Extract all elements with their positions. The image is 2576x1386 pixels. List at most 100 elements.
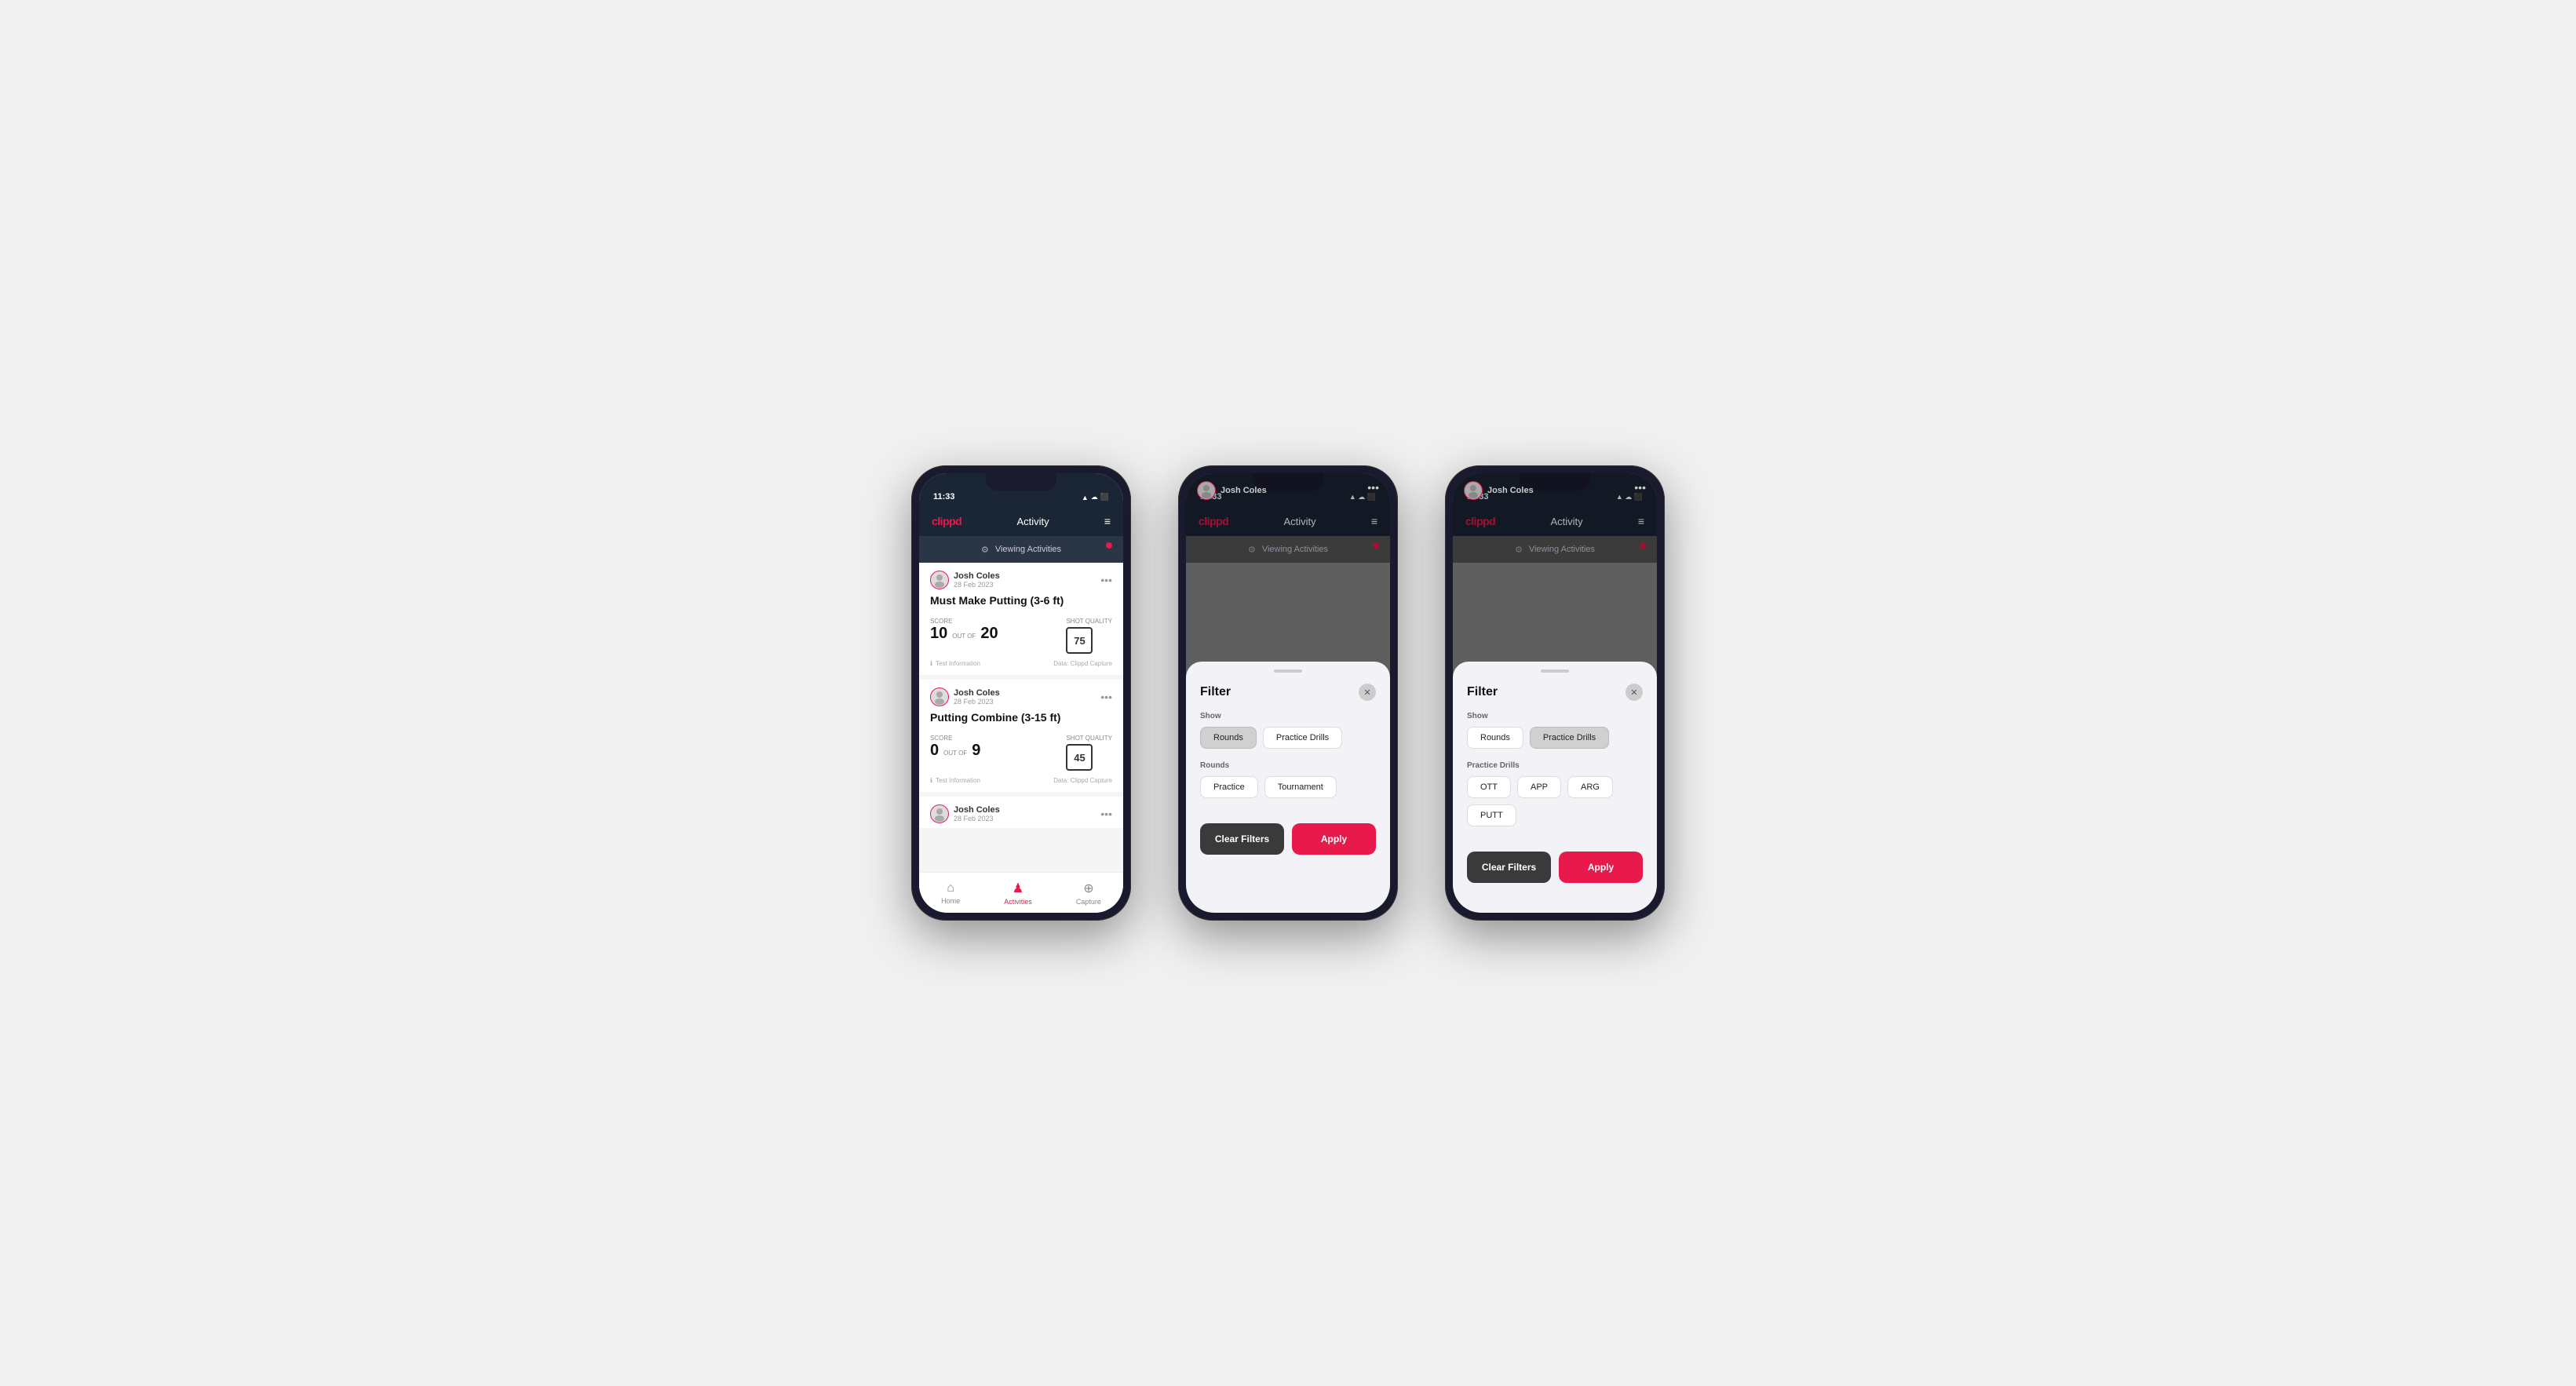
- filter-close-2[interactable]: ✕: [1359, 684, 1376, 701]
- filter-header-2: Filter ✕: [1186, 684, 1390, 712]
- card-footer-left-2: ℹ Test Information: [930, 777, 980, 784]
- avatar-bg-3: [1464, 481, 1483, 500]
- apply-btn-2[interactable]: Apply: [1292, 823, 1376, 855]
- filter-footer-2: Clear Filters Apply: [1186, 811, 1390, 855]
- filter-body-3: Show Rounds Practice Drills Practice Dri…: [1453, 712, 1657, 826]
- rounds-buttons-2: Practice Tournament: [1200, 776, 1376, 798]
- sheet-handle-3: [1541, 669, 1569, 673]
- activities-label: Activities: [1004, 898, 1032, 906]
- card-header-1: Josh Coles 28 Feb 2023 •••: [930, 571, 1112, 589]
- arg-btn-3[interactable]: ARG: [1567, 776, 1613, 798]
- practice-drills-btn-2[interactable]: Practice Drills: [1263, 727, 1342, 749]
- drills-label-3: Practice Drills: [1467, 761, 1643, 770]
- footer-data-1: Data: Clippd Capture: [1053, 660, 1112, 667]
- shots-value-1: 20: [980, 625, 998, 643]
- footer-data-2: Data: Clippd Capture: [1053, 777, 1112, 784]
- capture-label: Capture: [1076, 898, 1101, 906]
- rounds-btn-3[interactable]: Rounds: [1467, 727, 1523, 749]
- stats-row-2: Score 0 OUT OF 9 Shot Quality 45: [930, 730, 1112, 771]
- more-dots-1[interactable]: •••: [1100, 574, 1112, 586]
- practice-round-btn-2[interactable]: Practice: [1200, 776, 1258, 798]
- activity-card-2[interactable]: Josh Coles 28 Feb 2023 ••• Putting Combi…: [919, 680, 1123, 792]
- notification-dot-1: [1106, 542, 1112, 549]
- activity-list: Josh Coles 28 Feb 2023 ••• Must Make Put…: [919, 563, 1123, 872]
- nav-title-1: Activity: [1016, 516, 1049, 527]
- avatar-2: [930, 688, 949, 706]
- out-of-2: OUT OF: [943, 750, 967, 757]
- sq-label-2: Shot Quality: [1066, 735, 1112, 742]
- phone-3: 11:33 ▲ ☁ ⬛ clippd Activity ≡ ⚙ Viewing …: [1445, 465, 1665, 921]
- filter-title-2: Filter: [1200, 685, 1231, 699]
- user-name-3: Josh Coles: [954, 805, 1000, 815]
- score-value-2: 0: [930, 742, 939, 760]
- filter-footer-3: Clear Filters Apply: [1453, 839, 1657, 883]
- sheet-handle-2: [1274, 669, 1302, 673]
- activity-card-1[interactable]: Josh Coles 28 Feb 2023 ••• Must Make Put…: [919, 563, 1123, 675]
- screen-2: 11:33 ▲ ☁ ⬛ clippd Activity ≡ ⚙ Viewing …: [1186, 473, 1390, 913]
- viewing-bar-1[interactable]: ⚙ Viewing Activities: [919, 536, 1123, 563]
- filter-sheet-3: Filter ✕ Show Rounds Practice Drills Pra…: [1453, 662, 1657, 913]
- nav-bar-1: clippd Activity ≡: [919, 506, 1123, 536]
- activity-card-3[interactable]: Josh Coles 28 Feb 2023 •••: [919, 797, 1123, 828]
- score-group-1: Score 10 OUT OF 20: [930, 618, 998, 643]
- user-date-2: 28 Feb 2023: [954, 698, 1000, 706]
- footer-info-2: Test Information: [936, 777, 980, 784]
- avatar-3: [930, 804, 949, 823]
- nav-item-activities[interactable]: ♟ Activities: [1004, 881, 1032, 906]
- score-value-1: 10: [930, 625, 947, 643]
- clear-filters-btn-3[interactable]: Clear Filters: [1467, 852, 1551, 883]
- user-name-2: Josh Coles: [954, 688, 1000, 698]
- more-dots-3[interactable]: •••: [1100, 808, 1112, 820]
- nav-item-home[interactable]: ⌂ Home: [941, 881, 960, 905]
- practice-drills-btn-3[interactable]: Practice Drills: [1530, 727, 1609, 749]
- filter-close-3[interactable]: ✕: [1626, 684, 1643, 701]
- show-label-2: Show: [1200, 712, 1376, 720]
- drills-buttons-3: OTT APP ARG PUTT: [1467, 776, 1643, 826]
- hamburger-1[interactable]: ≡: [1104, 515, 1111, 527]
- rounds-label-2: Rounds: [1200, 761, 1376, 770]
- score-label-2: Score: [930, 735, 980, 742]
- logo-1: clippd: [932, 515, 961, 527]
- user-info-1: Josh Coles 28 Feb 2023: [930, 571, 1000, 589]
- card-title-2: Putting Combine (3-15 ft): [930, 711, 1112, 724]
- show-label-3: Show: [1467, 712, 1643, 720]
- user-info-3: Josh Coles 28 Feb 2023: [930, 804, 1000, 823]
- shots-value-2: 9: [972, 742, 980, 760]
- filter-header-3: Filter ✕: [1453, 684, 1657, 712]
- footer-info-1: Test Information: [936, 660, 980, 667]
- phone-2: 11:33 ▲ ☁ ⬛ clippd Activity ≡ ⚙ Viewing …: [1178, 465, 1398, 921]
- score-group-2: Score 0 OUT OF 9: [930, 735, 980, 760]
- phone-1: 11:33 ▲ ☁ ⬛ clippd Activity ≡ ⚙ Viewing …: [911, 465, 1131, 921]
- more-dots-2[interactable]: •••: [1100, 691, 1112, 703]
- capture-icon: ⊕: [1083, 881, 1093, 896]
- filter-title-3: Filter: [1467, 685, 1498, 699]
- nav-item-capture[interactable]: ⊕ Capture: [1076, 881, 1101, 906]
- viewing-text-1: Viewing Activities: [995, 545, 1061, 554]
- notch: [986, 473, 1056, 491]
- home-label: Home: [941, 897, 960, 905]
- show-buttons-2: Rounds Practice Drills: [1200, 727, 1376, 749]
- activities-icon: ♟: [1013, 881, 1023, 896]
- screen-1: 11:33 ▲ ☁ ⬛ clippd Activity ≡ ⚙ Viewing …: [919, 473, 1123, 913]
- tournament-round-btn-2[interactable]: Tournament: [1264, 776, 1337, 798]
- avatar-1: [930, 571, 949, 589]
- shot-quality-badge-2: 45: [1066, 744, 1093, 771]
- screen-3: 11:33 ▲ ☁ ⬛ clippd Activity ≡ ⚙ Viewing …: [1453, 473, 1657, 913]
- clear-filters-btn-2[interactable]: Clear Filters: [1200, 823, 1284, 855]
- apply-btn-3[interactable]: Apply: [1559, 852, 1643, 883]
- filter-icon-1: ⚙: [981, 545, 989, 555]
- app-btn-3[interactable]: APP: [1517, 776, 1561, 798]
- user-date-1: 28 Feb 2023: [954, 581, 1000, 589]
- card-footer-2: ℹ Test Information Data: Clippd Capture: [930, 777, 1112, 784]
- rounds-btn-2[interactable]: Rounds: [1200, 727, 1257, 749]
- shot-quality-badge-1: 75: [1066, 627, 1093, 654]
- card-footer-left-1: ℹ Test Information: [930, 660, 980, 667]
- sq-label-1: Shot Quality: [1066, 618, 1112, 625]
- filter-sheet-2: Filter ✕ Show Rounds Practice Drills Rou…: [1186, 662, 1390, 913]
- stats-row-1: Score 10 OUT OF 20 Shot Quality 75: [930, 613, 1112, 654]
- putt-btn-3[interactable]: PUTT: [1467, 804, 1516, 826]
- scene: 11:33 ▲ ☁ ⬛ clippd Activity ≡ ⚙ Viewing …: [911, 465, 1665, 921]
- card-title-1: Must Make Putting (3-6 ft): [930, 594, 1112, 607]
- user-name-1: Josh Coles: [954, 571, 1000, 581]
- ott-btn-3[interactable]: OTT: [1467, 776, 1511, 798]
